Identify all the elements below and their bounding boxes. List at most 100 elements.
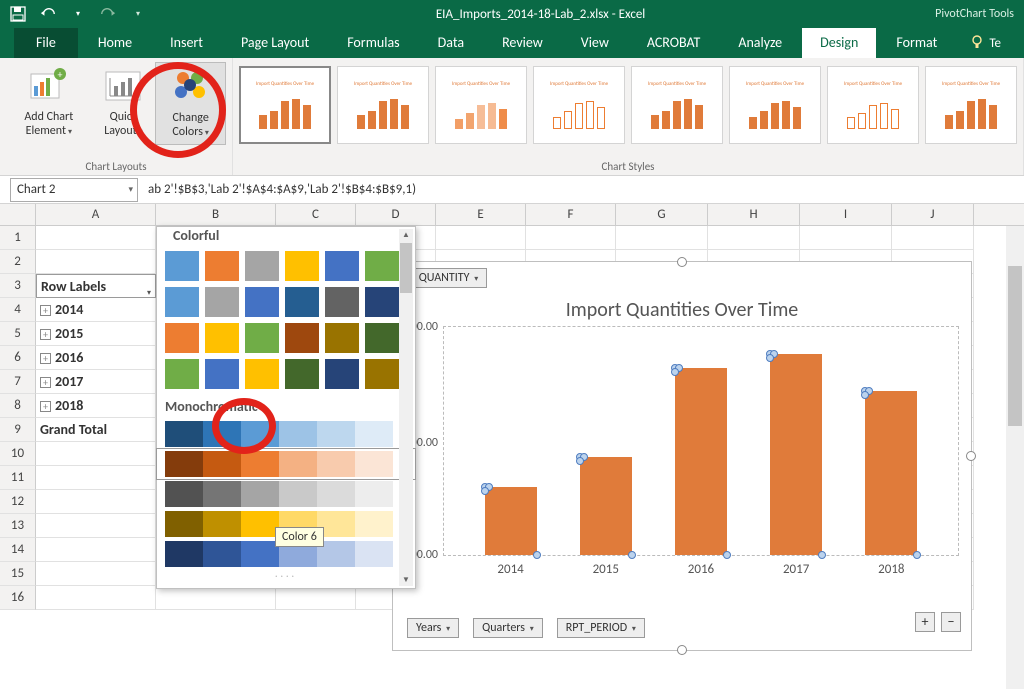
color-swatch[interactable] xyxy=(355,421,393,447)
column-header[interactable]: I xyxy=(800,204,892,225)
chart-style-thumb[interactable]: Import Quantities Over Time xyxy=(435,66,527,144)
row-header[interactable]: 3 xyxy=(0,274,36,298)
cell[interactable]: Row Labels ▾ xyxy=(36,274,156,298)
column-headers[interactable]: ABCDEFGHIJ xyxy=(36,204,1024,226)
color-swatch[interactable] xyxy=(165,451,203,477)
save-icon[interactable] xyxy=(10,6,26,22)
tell-me-label[interactable]: Te xyxy=(989,36,1001,51)
scroll-down-icon[interactable]: ▼ xyxy=(399,574,413,586)
color-swatch[interactable] xyxy=(205,251,239,281)
color-swatch[interactable] xyxy=(165,287,199,317)
color-swatch[interactable] xyxy=(165,323,199,353)
palette-row-mono[interactable] xyxy=(157,449,415,479)
cell[interactable] xyxy=(36,226,156,250)
tab-acrobat[interactable]: ACROBAT xyxy=(629,28,719,58)
color-swatch[interactable] xyxy=(245,251,279,281)
palette-row-colorful[interactable] xyxy=(157,320,415,356)
cell[interactable] xyxy=(36,514,156,538)
formula-bar[interactable]: ab 2'!$B$3,'Lab 2'!$A$4:$A$9,'Lab 2'!$B$… xyxy=(138,182,1024,197)
color-swatch[interactable] xyxy=(325,287,359,317)
color-swatch[interactable] xyxy=(325,323,359,353)
palette-row-mono[interactable] xyxy=(157,479,415,509)
bar[interactable] xyxy=(770,354,822,555)
scroll-thumb[interactable] xyxy=(400,243,412,293)
color-swatch[interactable] xyxy=(245,323,279,353)
row-header[interactable]: 15 xyxy=(0,562,36,586)
color-swatch[interactable] xyxy=(241,541,279,567)
tab-format[interactable]: Format xyxy=(878,28,955,58)
add-chart-element-button[interactable]: + Add Chart Element▾ xyxy=(6,62,92,145)
color-swatch[interactable] xyxy=(205,287,239,317)
color-swatch[interactable] xyxy=(317,451,355,477)
row-header[interactable]: 4 xyxy=(0,298,36,322)
chart-style-thumb[interactable]: Import Quantities Over Time xyxy=(533,66,625,144)
cell[interactable] xyxy=(36,442,156,466)
row-header[interactable]: 9 xyxy=(0,418,36,442)
color-swatch[interactable] xyxy=(203,541,241,567)
name-box[interactable]: Chart 2 ▾ xyxy=(10,178,138,202)
row-header[interactable]: 5 xyxy=(0,322,36,346)
collapse-field-button[interactable]: − xyxy=(941,612,961,632)
color-swatch[interactable] xyxy=(203,421,241,447)
pivot-axis-button-rpt-period[interactable]: RPT_PERIOD ▾ xyxy=(557,618,645,638)
color-swatch[interactable] xyxy=(317,481,355,507)
plot-area[interactable]: ,000.00 ,000.00 3,200,000.00 xyxy=(443,326,959,556)
tab-file[interactable]: File xyxy=(14,28,78,58)
color-swatch[interactable] xyxy=(165,541,203,567)
cell[interactable] xyxy=(526,226,616,250)
tab-view[interactable]: View xyxy=(563,28,627,58)
color-swatch[interactable] xyxy=(325,251,359,281)
expand-icon[interactable]: + xyxy=(40,353,51,364)
bar[interactable] xyxy=(485,487,537,555)
row-header[interactable]: 14 xyxy=(0,538,36,562)
chart-style-thumb[interactable]: Import Quantities Over Time xyxy=(239,66,331,144)
color-swatch[interactable] xyxy=(165,421,203,447)
cell[interactable] xyxy=(36,562,156,586)
cell[interactable] xyxy=(708,226,800,250)
row-header[interactable]: 16 xyxy=(0,586,36,610)
cell[interactable] xyxy=(892,226,974,250)
tab-home[interactable]: Home xyxy=(80,28,150,58)
cell[interactable] xyxy=(436,226,526,250)
cell[interactable]: +2017 xyxy=(36,370,156,394)
cell[interactable]: +2016 xyxy=(36,346,156,370)
qat-customize-icon[interactable]: ▾ xyxy=(130,6,146,22)
cell[interactable] xyxy=(36,538,156,562)
expand-icon[interactable]: + xyxy=(40,305,51,316)
color-swatch[interactable] xyxy=(355,511,393,537)
color-swatch[interactable] xyxy=(365,251,399,281)
bar[interactable] xyxy=(865,391,917,555)
color-swatch[interactable] xyxy=(203,481,241,507)
row-header[interactable]: 8 xyxy=(0,394,36,418)
expand-icon[interactable]: + xyxy=(40,377,51,388)
tell-me-icon[interactable] xyxy=(969,35,985,51)
palette-row-colorful[interactable] xyxy=(157,284,415,320)
cell[interactable] xyxy=(36,250,156,274)
color-swatch[interactable] xyxy=(279,451,317,477)
select-all-corner[interactable] xyxy=(0,204,36,226)
change-colors-button[interactable]: Change Colors▾ xyxy=(155,62,226,145)
expand-icon[interactable]: + xyxy=(40,401,51,412)
color-swatch[interactable] xyxy=(285,359,319,389)
color-swatch[interactable] xyxy=(165,251,199,281)
row-header[interactable]: 2 xyxy=(0,250,36,274)
color-swatch[interactable] xyxy=(285,287,319,317)
row-header[interactable]: 12 xyxy=(0,490,36,514)
bar[interactable] xyxy=(675,368,727,555)
pivot-chart-object[interactable]: of QUANTITY ▾ Import Quantities Over Tim… xyxy=(392,261,972,651)
tab-insert[interactable]: Insert xyxy=(152,28,221,58)
pivot-axis-button-quarters[interactable]: Quarters ▾ xyxy=(473,618,543,638)
color-swatch[interactable] xyxy=(365,287,399,317)
column-header[interactable]: F xyxy=(526,204,616,225)
cell[interactable]: Grand Total xyxy=(36,418,156,442)
change-colors-dropdown[interactable]: Colorful Monochromatic Color 6 ▲ ▼ ···· xyxy=(156,226,416,589)
cell[interactable] xyxy=(276,586,356,610)
color-swatch[interactable] xyxy=(325,359,359,389)
vertical-scrollbar[interactable] xyxy=(1006,226,1024,689)
column-header[interactable]: B xyxy=(156,204,276,225)
color-swatch[interactable] xyxy=(205,323,239,353)
cell[interactable] xyxy=(800,226,892,250)
palette-row-colorful[interactable] xyxy=(157,356,415,392)
row-header[interactable]: 7 xyxy=(0,370,36,394)
cell[interactable] xyxy=(36,586,156,610)
